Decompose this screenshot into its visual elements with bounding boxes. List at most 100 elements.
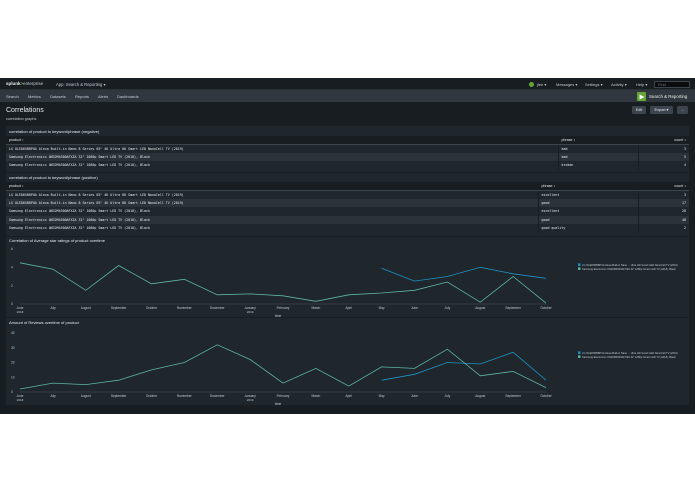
x-tick-sublabel: 2018 bbox=[17, 398, 24, 402]
panel-negative-keywords: correlation of product to keyword/phrase… bbox=[6, 126, 689, 172]
x-tick-label: October bbox=[146, 306, 158, 310]
top-bar: splunk>enterprise App: Search & Reportin… bbox=[0, 78, 695, 90]
cell-phrase: bad bbox=[557, 144, 638, 153]
column-header-product[interactable]: product ↕ bbox=[6, 136, 558, 145]
nav-metrics[interactable]: Metrics bbox=[28, 94, 41, 99]
more-options-button[interactable]: ... bbox=[677, 106, 688, 114]
legend-label: LG OLED65B8PUA Alexa Built-in Nano ... U… bbox=[582, 351, 678, 355]
help-menu[interactable]: Help ▾ bbox=[636, 82, 647, 87]
app-badge[interactable]: Search & Reporting bbox=[637, 91, 691, 102]
legend-swatch bbox=[578, 263, 581, 266]
nav-reports[interactable]: Reports bbox=[75, 94, 89, 99]
cell-product: Samsung Electronics UN32M4500AFXZA 32" 1… bbox=[6, 152, 558, 161]
x-tick-label: August bbox=[475, 394, 485, 398]
table-row: Samsung Electronics UN32M4500AFXZA 32" 1… bbox=[6, 215, 689, 224]
legend-label: Samsung Electronics UN32M4500AFXZA 32" 1… bbox=[582, 267, 676, 271]
x-axis-title: _time bbox=[272, 314, 281, 317]
column-header-count[interactable]: count ↕ bbox=[637, 136, 689, 145]
x-tick-label: October bbox=[540, 394, 552, 398]
cell-count: 3 bbox=[637, 144, 689, 153]
table-row: LG OLED65B8PUA Alexa Built-in Nano 8 Ser… bbox=[6, 144, 689, 153]
x-axis-title: _time bbox=[272, 402, 281, 405]
review-count-line-chart[interactable]: 0 10 20 30 40 June 2018 July August September Octo… bbox=[6, 327, 689, 405]
x-tick-label: April bbox=[346, 306, 353, 310]
x-tick-label: May bbox=[379, 394, 385, 398]
x-tick-label: February bbox=[277, 394, 290, 398]
panel-positive-keywords: correlation of product to keyword/phrase… bbox=[6, 173, 689, 236]
splunk-logo[interactable]: splunk>enterprise bbox=[6, 81, 43, 86]
table-row: Samsung Electronics UN32M4500AFXZA 32" 1… bbox=[6, 224, 689, 233]
x-tick-label: June bbox=[411, 306, 418, 310]
legend-swatch bbox=[578, 351, 581, 354]
x-tick-label: April bbox=[346, 394, 353, 398]
y-tick-label: 4 bbox=[11, 266, 13, 270]
panel-title: correlation of product to keyword/phrase… bbox=[9, 175, 98, 180]
logo-suffix: enterprise bbox=[23, 81, 44, 86]
x-tick-label: July bbox=[445, 394, 451, 398]
x-tick-label: July bbox=[50, 306, 56, 310]
y-tick-label: 20 bbox=[11, 361, 15, 365]
table-row: Samsung Electronics UN32M4500AFXZA 32" 1… bbox=[6, 161, 689, 170]
series-line-2 bbox=[19, 262, 547, 304]
panel-review-count-chart: Amount of Reviews overtime of product 0 1… bbox=[6, 318, 689, 405]
column-header-phrase[interactable]: phrase ↕ bbox=[537, 182, 638, 191]
nav-search[interactable]: Search bbox=[6, 94, 19, 99]
app-name: Search & Reporting bbox=[649, 93, 688, 99]
cell-phrase: excellent bbox=[537, 190, 638, 199]
settings-menu[interactable]: Settings ▾ bbox=[585, 82, 603, 87]
x-tick-label: September bbox=[111, 394, 128, 398]
x-tick-label: October bbox=[146, 394, 158, 398]
cell-count: 2 bbox=[637, 224, 689, 233]
x-tick-label: July bbox=[445, 306, 451, 310]
y-tick-label: 10 bbox=[11, 375, 15, 379]
splunk-window: splunk>enterprise App: Search & Reportin… bbox=[0, 78, 695, 414]
cell-count: 3 bbox=[637, 190, 689, 199]
star-ratings-line-chart[interactable]: 0 2 4 6 June 2018 July August September October No… bbox=[6, 245, 689, 317]
table-row: LG OLED65B8PUA Alexa Built-in Nano 8 Ser… bbox=[6, 190, 689, 199]
x-tick-label: September bbox=[505, 306, 522, 310]
nav-alerts[interactable]: Alerts bbox=[98, 94, 108, 99]
cell-product: Samsung Electronics UN32M4500AFXZA 32" 1… bbox=[9, 209, 150, 214]
y-tick-label: 0 bbox=[11, 302, 13, 306]
x-tick-sublabel: 2019 bbox=[247, 310, 254, 314]
dashboard-title: Correlations bbox=[6, 107, 44, 114]
export-button[interactable]: Export ▾ bbox=[650, 106, 673, 114]
x-tick-label: May bbox=[379, 306, 385, 310]
edit-button[interactable]: Edit bbox=[632, 106, 646, 114]
x-tick-sublabel: 2019 bbox=[247, 398, 254, 402]
find-input[interactable]: Find bbox=[654, 80, 690, 88]
cell-count: 28 bbox=[637, 207, 689, 216]
table-row: LG OLED65B8PUA Alexa Built-in Nano 8 Ser… bbox=[6, 198, 689, 207]
column-header-phrase[interactable]: phrase ↕ bbox=[557, 136, 638, 145]
panel-title: correlation of product to keyword/phrase… bbox=[9, 129, 100, 134]
table-header-row: product ↕ phrase ↕ count ↕ bbox=[6, 182, 689, 191]
x-tick-label: July bbox=[50, 394, 56, 398]
cell-phrase: bad bbox=[557, 152, 638, 161]
legend-label: Samsung Electronics UN32M4500AFXZA 32" 1… bbox=[582, 355, 676, 359]
cell-product: Samsung Electronics UN32M4500AFXZA 32" 1… bbox=[9, 163, 150, 168]
table-row: Samsung Electronics UN32M4500AFXZA 32" 1… bbox=[6, 152, 689, 161]
column-header-product[interactable]: product ↕ bbox=[6, 182, 538, 191]
legend-swatch bbox=[578, 267, 581, 270]
cell-product: LG OLED65B8PUA Alexa Built-in Nano 8 Ser… bbox=[9, 192, 184, 197]
x-tick-label: August bbox=[81, 306, 91, 310]
y-tick-label: 0 bbox=[11, 390, 13, 394]
negative-keywords-table: product ↕ phrase ↕ count ↕ LG OLED65B8PU… bbox=[6, 136, 689, 170]
cell-phrase: good bbox=[537, 198, 638, 207]
app-menu[interactable]: App: Search & Reporting ▾ bbox=[56, 82, 106, 87]
x-tick-label: June bbox=[411, 394, 418, 398]
x-tick-label: November bbox=[177, 394, 193, 398]
messages-menu[interactable]: Messages ▾ bbox=[556, 82, 577, 87]
cell-phrase: broken bbox=[557, 161, 638, 170]
x-tick-sublabel: 2018 bbox=[17, 310, 24, 314]
x-tick-label: August bbox=[475, 306, 485, 310]
y-tick-label: 2 bbox=[11, 284, 13, 288]
positive-keywords-table: product ↕ phrase ↕ count ↕ LG OLED65B8PU… bbox=[6, 182, 689, 233]
user-menu[interactable]: jlee ▾ bbox=[537, 82, 546, 87]
nav-datasets[interactable]: Datasets bbox=[50, 94, 66, 99]
column-header-count[interactable]: count ↕ bbox=[637, 182, 689, 191]
activity-menu[interactable]: Activity ▾ bbox=[611, 82, 627, 87]
x-tick-label: September bbox=[111, 306, 128, 310]
cell-product: LG OLED65B8PUA Alexa Built-in Nano 8 Ser… bbox=[6, 198, 538, 207]
nav-dashboards[interactable]: Dashboards bbox=[117, 94, 139, 99]
